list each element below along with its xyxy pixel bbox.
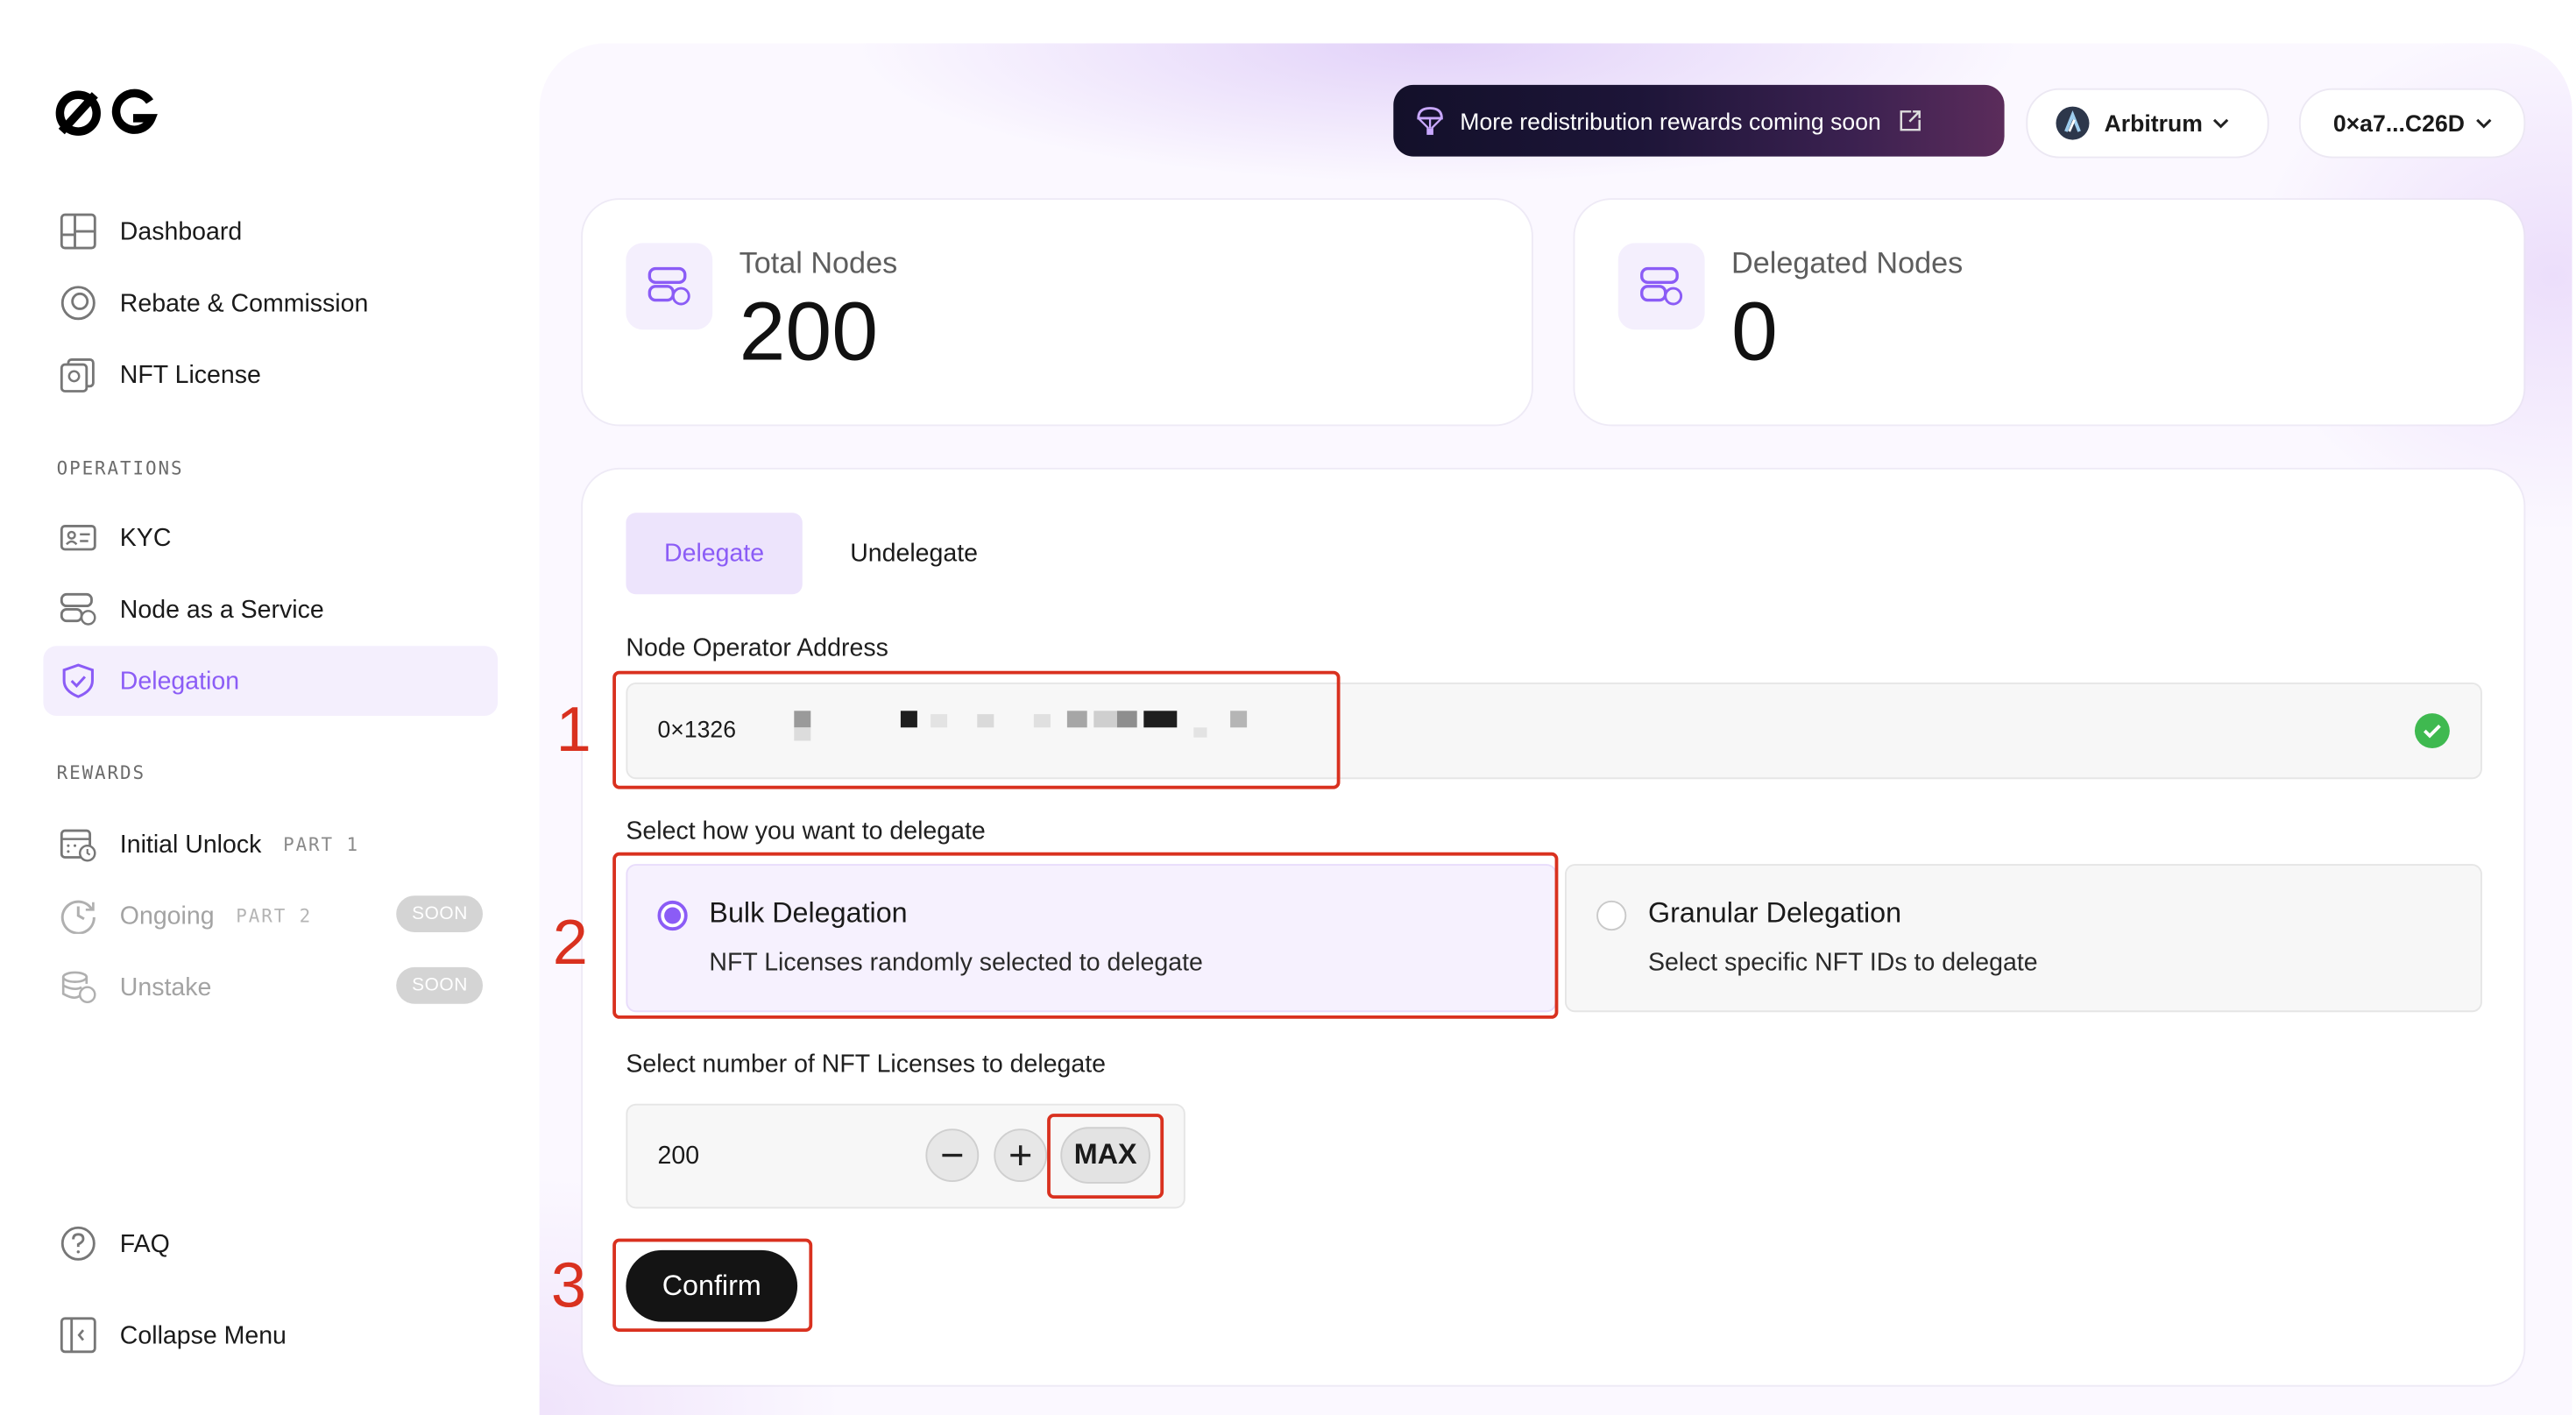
dashboard-icon [59, 211, 99, 251]
coin-icon [59, 283, 99, 323]
sidebar-item-label: Collapse Menu [119, 1320, 287, 1349]
app-root: Dashboard Rebate & Commission NFT Licens… [0, 0, 2572, 1415]
bulk-delegation-option[interactable]: Bulk Delegation NFT Licenses randomly se… [626, 864, 1557, 1013]
shield-check-icon [59, 661, 99, 701]
external-link-icon [1898, 109, 1923, 134]
parachute-icon [1417, 106, 1443, 136]
quantity-label: Select number of NFT Licenses to delegat… [626, 1050, 1107, 1079]
sidebar-item-label: Initial Unlock [119, 830, 262, 859]
part-label: PART 2 [236, 904, 313, 927]
redacted-address [744, 708, 1277, 745]
quantity-value: 200 [657, 1142, 700, 1171]
sidebar-item-faq[interactable]: FAQ [43, 1208, 498, 1278]
soon-badge: SOON [396, 966, 483, 1004]
granular-delegation-radio[interactable] [1596, 900, 1627, 931]
id-card-icon [59, 518, 99, 558]
chevron-down-icon [2474, 117, 2491, 130]
brand-logo[interactable] [55, 87, 159, 140]
license-quantity-stepper[interactable]: 200 MAX [626, 1103, 1185, 1209]
granular-delegation-option[interactable]: Granular Delegation Select specific NFT … [1565, 864, 2482, 1013]
sidebar-item-label: FAQ [119, 1229, 170, 1258]
max-button[interactable]: MAX [1060, 1127, 1150, 1184]
tab-undelegate[interactable]: Undelegate [823, 513, 1006, 594]
sidebar-item-label: Ongoing [119, 901, 215, 930]
calendar-clock-icon [59, 824, 99, 865]
wallet-address: 0×a7...C26D [2332, 110, 2465, 137]
address-label: Node Operator Address [626, 633, 888, 663]
clock-icon [59, 895, 99, 936]
network-selector[interactable]: Arbitrum [2026, 88, 2269, 159]
total-nodes-card: Total Nodes 200 [583, 200, 1532, 425]
banner-text: More redistribution rewards coming soon [1460, 107, 1881, 134]
server-coin-icon [1617, 243, 1705, 330]
total-nodes-value: 200 [739, 284, 879, 379]
increment-button[interactable] [994, 1128, 1048, 1182]
sidebar-item-label: Unstake [119, 973, 212, 1001]
tab-delegate[interactable]: Delegate [626, 513, 803, 595]
option-description: NFT Licenses randomly selected to delega… [709, 949, 1203, 978]
sidebar-item-kyc[interactable]: KYC [43, 503, 498, 573]
coins-stack-icon [59, 967, 99, 1008]
sidebar-item-nft-license[interactable]: NFT License [43, 340, 498, 410]
collapse-menu-button[interactable]: Collapse Menu [43, 1300, 498, 1370]
total-nodes-label: Total Nodes [739, 246, 898, 280]
sidebar-item-label: NFT License [119, 360, 261, 389]
sidebar-item-ongoing[interactable]: Ongoing PART 2 SOON [43, 881, 498, 951]
part-label: PART 1 [283, 832, 360, 855]
bulk-delegation-radio[interactable] [657, 900, 688, 931]
delegate-method-label: Select how you want to delegate [626, 817, 986, 846]
address-value: 0×1326 [657, 716, 737, 743]
step-number-1: 1 [556, 696, 591, 766]
delegated-nodes-card: Delegated Nodes 0 [1575, 200, 2524, 425]
node-operator-address-input[interactable]: 0×1326 [626, 683, 2482, 780]
help-circle-icon [59, 1224, 99, 1264]
server-coin-icon [59, 590, 99, 630]
minus-icon [942, 1153, 963, 1157]
option-description: Select specific NFT IDs to delegate [1648, 949, 2038, 978]
arbitrum-logo-icon [2055, 105, 2091, 142]
decrement-button[interactable] [925, 1128, 980, 1182]
step-number-2: 2 [552, 909, 588, 980]
sidebar-item-rebate[interactable]: Rebate & Commission [43, 268, 498, 338]
plus-icon [1010, 1145, 1031, 1165]
license-card-icon [59, 355, 99, 395]
collapse-sidebar-icon [59, 1315, 99, 1355]
delegated-nodes-label: Delegated Nodes [1731, 246, 1964, 280]
sidebar-item-dashboard[interactable]: Dashboard [43, 196, 498, 266]
chevron-down-icon [2212, 117, 2229, 130]
sidebar-item-label: Delegation [119, 666, 240, 696]
sidebar-item-label: Node as a Service [119, 595, 324, 624]
valid-check-icon [2414, 712, 2451, 749]
step-number-3: 3 [550, 1251, 587, 1322]
option-title: Granular Delegation [1648, 897, 1902, 930]
sidebar-item-delegation[interactable]: Delegation [43, 646, 499, 716]
sidebar-item-label: KYC [119, 523, 172, 552]
server-coin-icon [626, 243, 713, 330]
delegated-nodes-value: 0 [1731, 284, 1778, 379]
rewards-banner[interactable]: More redistribution rewards coming soon [1393, 84, 2005, 157]
network-name: Arbitrum [2104, 110, 2203, 137]
confirm-button[interactable]: Confirm [626, 1249, 798, 1322]
sidebar: Dashboard Rebate & Commission NFT Licens… [0, 0, 533, 1415]
operations-heading: OPERATIONS [56, 457, 184, 480]
rewards-heading: REWARDS [56, 762, 145, 784]
soon-badge: SOON [396, 895, 483, 932]
option-title: Bulk Delegation [709, 897, 908, 930]
sidebar-item-unstake[interactable]: Unstake SOON [43, 952, 498, 1022]
sidebar-item-node-as-a-service[interactable]: Node as a Service [43, 575, 498, 645]
sidebar-item-label: Dashboard [119, 216, 243, 246]
wallet-selector[interactable]: 0×a7...C26D [2298, 88, 2526, 159]
sidebar-item-initial-unlock[interactable]: Initial Unlock PART 1 [43, 809, 498, 879]
sidebar-item-label: Rebate & Commission [119, 288, 369, 317]
